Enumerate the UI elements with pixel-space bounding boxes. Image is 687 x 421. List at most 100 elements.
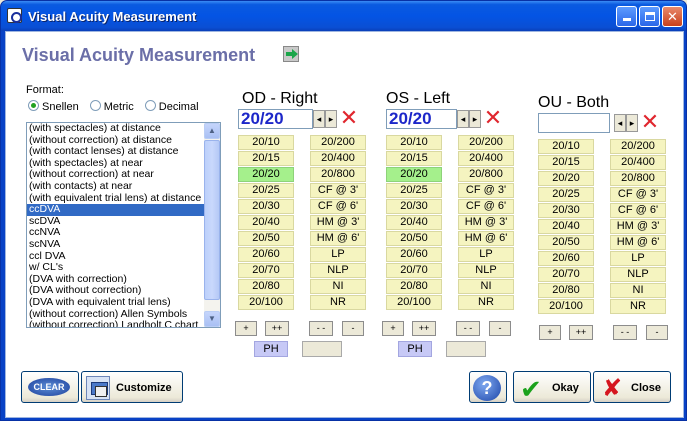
list-item[interactable]: scNVA xyxy=(27,239,205,251)
acuity-option[interactable]: CF @ 3' xyxy=(310,183,366,198)
acuity-option[interactable]: 20/30 xyxy=(386,199,442,214)
close-button[interactable]: ✘ Close xyxy=(593,371,671,403)
acuity-option[interactable]: 20/200 xyxy=(458,135,514,150)
title-bar[interactable]: Visual Acuity Measurement ✕ xyxy=(1,1,686,31)
ou-prev-button[interactable]: ◂ xyxy=(614,114,626,132)
acuity-option[interactable]: 20/800 xyxy=(310,167,366,182)
list-item[interactable]: ccDVA xyxy=(27,204,205,216)
list-item[interactable]: (without correction) at distance xyxy=(27,135,205,147)
ou-next-button[interactable]: ▸ xyxy=(626,114,638,132)
acuity-option[interactable]: NR xyxy=(310,295,366,310)
close-window-button[interactable]: ✕ xyxy=(662,6,683,27)
acuity-option[interactable]: HM @ 6' xyxy=(458,231,514,246)
od-next-button[interactable]: ▸ xyxy=(325,110,337,128)
acuity-option[interactable]: CF @ 3' xyxy=(610,187,666,202)
acuity-option[interactable]: 20/100 xyxy=(538,299,594,314)
list-item[interactable]: (with spectacles) at distance xyxy=(27,123,205,135)
acuity-option[interactable]: CF @ 6' xyxy=(610,203,666,218)
acuity-option[interactable]: HM @ 6' xyxy=(310,231,366,246)
acuity-option[interactable]: 20/10 xyxy=(386,135,442,150)
acuity-option[interactable]: 20/80 xyxy=(538,283,594,298)
acuity-option[interactable]: 20/800 xyxy=(458,167,514,182)
format-option-snellen[interactable]: Snellen xyxy=(28,100,79,113)
format-option-decimal[interactable]: Decimal xyxy=(144,100,199,113)
list-item[interactable]: (without correction) Allen Symbols xyxy=(27,309,205,321)
acuity-option[interactable]: 20/25 xyxy=(386,183,442,198)
os-pinhole-button[interactable]: PH xyxy=(398,341,432,357)
os-acuity-input[interactable]: 20/20 xyxy=(386,109,457,129)
acuity-option[interactable]: NI xyxy=(610,283,666,298)
od-prev-button[interactable]: ◂ xyxy=(313,110,325,128)
scroll-thumb[interactable] xyxy=(204,140,220,300)
acuity-option[interactable]: NR xyxy=(458,295,514,310)
ou-clear-x-icon[interactable]: ✕ xyxy=(640,111,660,133)
list-item[interactable]: (without correction) Landholt C chart xyxy=(27,320,205,327)
list-item[interactable]: (DVA with equivalent trial lens) xyxy=(27,297,205,309)
os-next-button[interactable]: ▸ xyxy=(469,110,481,128)
acuity-option[interactable]: HM @ 3' xyxy=(458,215,514,230)
acuity-option[interactable]: 20/70 xyxy=(238,263,294,278)
acuity-option[interactable]: LP xyxy=(610,251,666,266)
od-pinhole-button[interactable]: PH xyxy=(254,341,288,357)
acuity-option[interactable]: CF @ 6' xyxy=(458,199,514,214)
acuity-option[interactable]: 20/50 xyxy=(538,235,594,250)
os-plus-plus-button[interactable]: ++ xyxy=(412,321,436,336)
list-item[interactable]: (with contacts) at near xyxy=(27,181,205,193)
acuity-option[interactable]: HM @ 6' xyxy=(610,235,666,250)
acuity-option[interactable]: HM @ 3' xyxy=(610,219,666,234)
acuity-option[interactable]: 20/400 xyxy=(310,151,366,166)
acuity-option[interactable]: NLP xyxy=(458,263,514,278)
acuity-option[interactable]: 20/25 xyxy=(238,183,294,198)
ou-plus-plus-button[interactable]: ++ xyxy=(569,325,593,340)
okay-button[interactable]: ✔ Okay xyxy=(513,371,591,404)
clear-button[interactable]: CLEAR xyxy=(21,371,79,403)
help-button[interactable]: ? xyxy=(469,371,507,403)
conditions-scrollbar[interactable]: ▲ ▼ xyxy=(204,123,220,327)
list-item[interactable]: scDVA xyxy=(27,216,205,228)
od-minus-button[interactable]: - xyxy=(342,321,364,336)
acuity-option[interactable]: 20/20 xyxy=(538,171,594,186)
acuity-option[interactable]: 20/50 xyxy=(238,231,294,246)
acuity-option[interactable]: 20/15 xyxy=(386,151,442,166)
acuity-option[interactable]: LP xyxy=(310,247,366,262)
list-item[interactable]: (without correction) at near xyxy=(27,169,205,181)
acuity-option[interactable]: 20/100 xyxy=(238,295,294,310)
list-item[interactable]: (DVA with correction) xyxy=(27,274,205,286)
acuity-option[interactable]: 20/15 xyxy=(538,155,594,170)
acuity-option[interactable]: 20/50 xyxy=(386,231,442,246)
od-clear-x-icon[interactable]: ✕ xyxy=(339,107,359,129)
acuity-option[interactable]: 20/100 xyxy=(386,295,442,310)
acuity-option[interactable]: NLP xyxy=(610,267,666,282)
od-minus-minus-button[interactable]: - - xyxy=(309,321,333,336)
customize-button[interactable]: Customize xyxy=(81,371,183,403)
acuity-option[interactable]: 20/30 xyxy=(538,203,594,218)
acuity-option[interactable]: 20/25 xyxy=(538,187,594,202)
minimize-button[interactable] xyxy=(616,6,637,27)
list-item[interactable]: w/ CL's xyxy=(27,262,205,274)
os-plus-button[interactable]: + xyxy=(382,321,404,336)
acuity-option[interactable]: 20/80 xyxy=(386,279,442,294)
list-item[interactable]: (with equivalent trial lens) at distance xyxy=(27,193,205,205)
acuity-option[interactable]: 20/70 xyxy=(386,263,442,278)
acuity-option[interactable]: 20/60 xyxy=(386,247,442,262)
acuity-option[interactable]: 20/40 xyxy=(386,215,442,230)
list-item[interactable]: ccl DVA xyxy=(27,251,205,263)
maximize-button[interactable] xyxy=(639,6,660,27)
os-minus-button[interactable]: - xyxy=(489,321,511,336)
acuity-option[interactable]: 20/40 xyxy=(538,219,594,234)
acuity-option[interactable]: 20/10 xyxy=(238,135,294,150)
ou-acuity-input[interactable] xyxy=(538,113,610,133)
export-arrow-icon[interactable] xyxy=(283,46,299,62)
acuity-option[interactable]: LP xyxy=(458,247,514,262)
acuity-option[interactable]: CF @ 6' xyxy=(310,199,366,214)
format-option-metric[interactable]: Metric xyxy=(89,100,134,113)
ou-minus-button[interactable]: - xyxy=(646,325,668,340)
od-acuity-input[interactable]: 20/20 xyxy=(238,109,313,129)
acuity-option[interactable]: 20/80 xyxy=(238,279,294,294)
acuity-option[interactable]: NI xyxy=(458,279,514,294)
acuity-option[interactable]: 20/60 xyxy=(238,247,294,262)
os-minus-minus-button[interactable]: - - xyxy=(456,321,480,336)
acuity-option[interactable]: 20/20 xyxy=(386,167,442,182)
acuity-option[interactable]: 20/200 xyxy=(610,139,666,154)
os-pinhole-field[interactable] xyxy=(446,341,486,357)
